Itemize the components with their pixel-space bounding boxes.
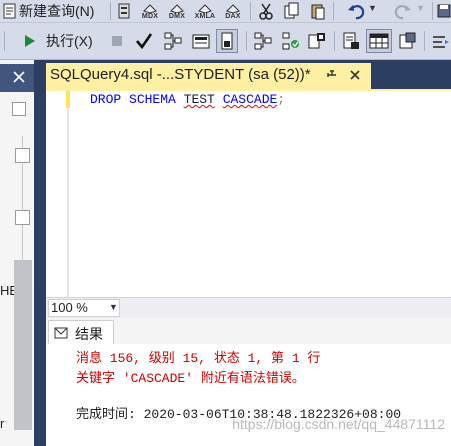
panel-splitter[interactable]	[34, 60, 46, 446]
new-query-icon[interactable]	[2, 2, 18, 19]
sqlcmd-mode-icon[interactable]	[216, 29, 238, 53]
live-statistics-icon[interactable]	[280, 31, 302, 51]
results-to-file-icon[interactable]	[396, 31, 418, 51]
refresh-filter-icon[interactable]	[12, 102, 26, 116]
results-grid-toggle-icon[interactable]	[366, 29, 392, 53]
results-to-grid-icon[interactable]	[190, 31, 212, 51]
results-tab-label: 结果	[75, 326, 103, 342]
comment-out-icon[interactable]	[430, 31, 451, 51]
semicolon: ;	[277, 92, 286, 107]
mdx-query-button[interactable]: MDX	[138, 0, 162, 22]
redo-icon[interactable]	[393, 1, 413, 21]
analysis-db-icon[interactable]	[114, 1, 134, 21]
redo-dropdown-icon: ▼	[416, 3, 425, 13]
undo-icon[interactable]	[346, 1, 366, 21]
error-message-line-2: 关键字 'CASCADE' 附近有语法错误。	[76, 371, 305, 386]
object-explorer-panel: HE r	[0, 60, 35, 446]
keyword-drop: DROP	[90, 92, 122, 107]
pin-icon[interactable]	[325, 68, 339, 87]
keyword-schema: SCHEMA	[129, 92, 176, 107]
editor-gutter	[67, 89, 69, 297]
chevron-down-icon[interactable]: ▼	[109, 302, 118, 312]
schema-identifier: TEST	[183, 92, 215, 107]
query-editor[interactable]	[46, 89, 451, 299]
new-query-button[interactable]: 新建查询(N)	[19, 1, 94, 21]
zoom-select[interactable]: 100 % ▼	[48, 299, 120, 317]
query-plan-icon[interactable]	[162, 31, 184, 51]
undo-dropdown-icon[interactable]: ▼	[368, 3, 377, 13]
execute-button[interactable]: 执行(X)	[46, 31, 93, 51]
tree-item-partial-text[interactable]: r	[0, 416, 4, 431]
copy-icon[interactable]	[282, 1, 302, 21]
current-line-marker	[66, 91, 70, 108]
zoom-value: 100 %	[51, 300, 88, 315]
parse-checkmark-icon[interactable]	[134, 31, 154, 51]
close-icon[interactable]	[12, 70, 26, 89]
client-statistics-icon[interactable]	[306, 31, 328, 51]
execute-icon[interactable]	[22, 31, 38, 51]
tab-results[interactable]: 结果	[48, 320, 114, 345]
dax-query-button[interactable]: DAX	[221, 0, 245, 22]
standard-toolbar: 新建查询(N) MDX DMX XMLA DAX ▼ ▼	[0, 0, 451, 23]
keyword-cascade: CASCADE	[222, 92, 278, 107]
tab-title[interactable]: SQLQuery4.sql -...STYDENT (sa (52))*	[50, 66, 311, 83]
sql-editor-toolbar: 执行(X)	[0, 23, 451, 60]
watermark: https://blog.csdn.net/qq_44871112	[232, 416, 445, 432]
error-message-line-1: 消息 156, 级别 15, 状态 1, 第 1 行	[76, 351, 321, 366]
tree-node-icon[interactable]	[15, 148, 30, 163]
results-to-text-icon[interactable]	[340, 31, 362, 51]
messages-icon	[54, 326, 68, 345]
actual-plan-icon[interactable]	[252, 31, 274, 51]
close-tab-icon[interactable]	[348, 68, 362, 87]
code-line-1[interactable]: DROP SCHEMA TEST CASCADE;	[90, 92, 285, 107]
paste-icon[interactable]	[308, 1, 328, 21]
vertical-scrollbar-thumb[interactable]	[14, 260, 32, 430]
cut-icon[interactable]	[256, 1, 276, 21]
stop-icon	[110, 33, 124, 49]
tree-node-icon[interactable]	[15, 210, 30, 225]
dmx-query-button[interactable]: DMX	[165, 0, 189, 22]
xmla-query-button[interactable]: XMLA	[192, 0, 218, 22]
save-icon[interactable]	[436, 1, 451, 21]
